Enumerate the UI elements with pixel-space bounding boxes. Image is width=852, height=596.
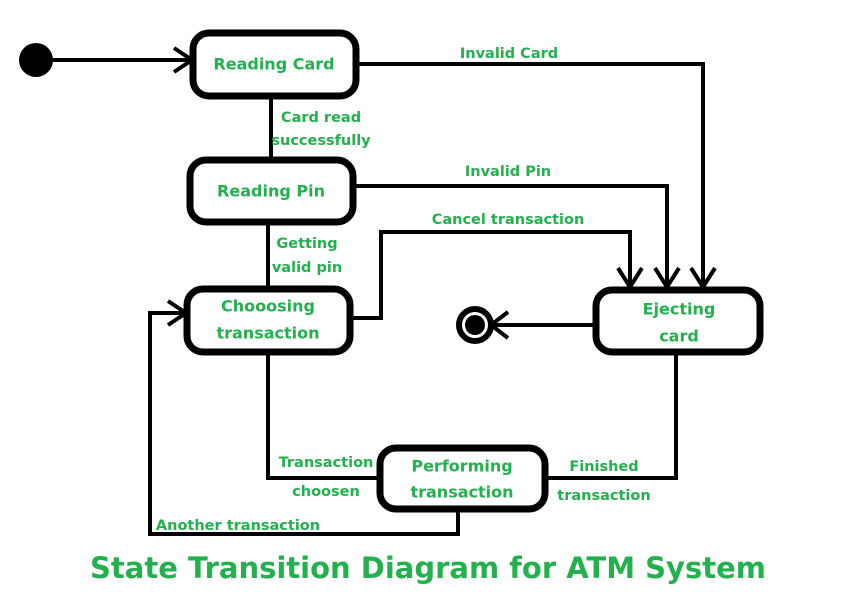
- state-label-chooosing-transaction-line2: transaction: [216, 324, 319, 343]
- diagram-canvas: Reading Card Reading Pin Chooosing trans…: [19, 29, 766, 585]
- final-state-inner-icon: [465, 315, 485, 335]
- state-transition-diagram: Reading Card Reading Pin Chooosing trans…: [0, 0, 852, 596]
- state-reading-card[interactable]: Reading Card: [189, 29, 360, 100]
- diagram-title: State Transition Diagram for ATM System: [90, 551, 766, 585]
- edge-label-invalid-card: Invalid Card: [460, 46, 558, 62]
- state-label-ejecting-card-line1: Ejecting: [643, 300, 716, 319]
- state-label-reading-card: Reading Card: [213, 55, 334, 74]
- edge-label-getting-valid-pin-line1: Getting: [276, 236, 337, 252]
- state-label-chooosing-transaction-line1: Chooosing: [221, 297, 315, 316]
- initial-state-icon[interactable]: [19, 43, 53, 77]
- state-chooosing-transaction[interactable]: Chooosing transaction: [183, 285, 354, 356]
- transition-start-to-reading-card: [53, 46, 196, 74]
- state-label-reading-pin: Reading Pin: [217, 182, 325, 201]
- state-label-performing-transaction-line2: transaction: [410, 483, 513, 502]
- edge-label-transaction-choosen-line1: Transaction: [279, 455, 374, 471]
- state-ejecting-card[interactable]: Ejecting card: [592, 286, 764, 356]
- state-performing-transaction[interactable]: Performing transaction: [376, 444, 549, 513]
- final-state-node[interactable]: [456, 306, 494, 344]
- edge-line: [350, 230, 632, 320]
- state-reading-pin[interactable]: Reading Pin: [186, 156, 357, 226]
- transition-card-ejected-to-final: [487, 310, 596, 340]
- edge-label-finished-transaction-line2: transaction: [557, 488, 650, 504]
- edge-label-cancel-transaction: Cancel transaction: [432, 212, 585, 228]
- edge-label-another-transaction: Another transaction: [156, 518, 320, 534]
- edge-label-transaction-choosen-line2: choosen: [292, 484, 360, 500]
- edge-label-getting-valid-pin-line2: valid pin: [272, 260, 342, 276]
- edge-label-finished-transaction-line1: Finished: [569, 459, 638, 475]
- state-label-performing-transaction-line1: Performing: [411, 457, 512, 476]
- initial-state-node[interactable]: [19, 43, 53, 77]
- edge-label-card-read-successfully-line2: successfully: [271, 133, 371, 149]
- edge-label-invalid-pin: Invalid Pin: [465, 164, 551, 180]
- edge-label-card-read-successfully-line1: Card read: [281, 110, 361, 126]
- state-label-ejecting-card-line2: card: [659, 327, 699, 346]
